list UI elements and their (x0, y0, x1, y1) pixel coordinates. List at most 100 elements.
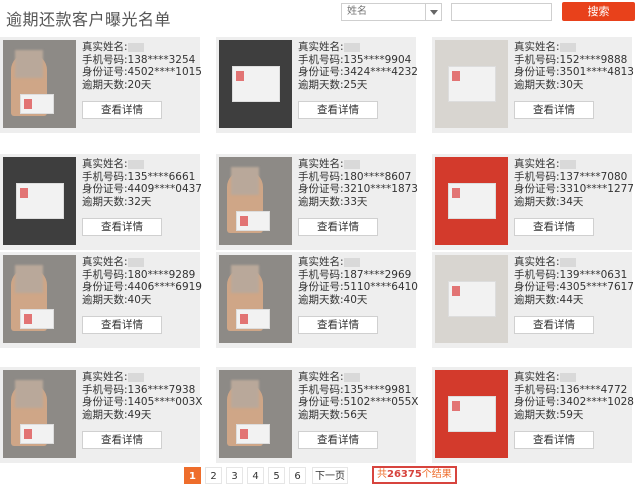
search-field-select[interactable]: 姓名 (341, 3, 442, 21)
id-photo (435, 157, 508, 245)
phone-value: 180****9289 (127, 268, 196, 281)
days-label: 逾期天数: (514, 293, 560, 306)
name-label: 真实姓名: (514, 158, 560, 170)
days-value: 40天 (343, 293, 368, 306)
phone-label: 手机号码: (298, 268, 344, 281)
name-mask (127, 372, 144, 382)
name-label: 真实姓名: (514, 256, 560, 268)
phone-label: 手机号码: (82, 170, 128, 183)
id-label: 身份证号: (298, 183, 344, 195)
name-mask (343, 257, 360, 267)
id-photo (219, 157, 292, 245)
id-photo (3, 255, 76, 343)
view-detail-button[interactable]: 查看详情 (82, 316, 162, 334)
id-value: 4305****7617 (559, 281, 634, 293)
phone-label: 手机号码: (514, 383, 560, 396)
name-label: 真实姓名: (82, 256, 128, 268)
page-5-button[interactable]: 5 (268, 467, 285, 484)
days-label: 逾期天数: (82, 195, 128, 208)
phone-label: 手机号码: (298, 170, 344, 183)
phone-label: 手机号码: (298, 53, 344, 66)
phone-value: 135****6661 (127, 170, 196, 183)
search-button[interactable]: 搜索 (562, 2, 635, 21)
id-value: 4406****6919 (127, 281, 202, 293)
customer-card: 真实姓名: 手机号码:135****9904 身份证号:3424****4232… (216, 37, 418, 133)
id-value: 4409****0437 (127, 183, 202, 195)
name-label: 真实姓名: (82, 371, 128, 383)
days-value: 34天 (559, 195, 584, 208)
id-photo (435, 370, 508, 458)
view-detail-button[interactable]: 查看详情 (82, 218, 162, 236)
id-value: 3424****4232 (343, 66, 418, 78)
days-value: 56天 (343, 408, 368, 421)
page-2-button[interactable]: 2 (205, 467, 222, 484)
view-detail-button[interactable]: 查看详情 (514, 101, 594, 119)
phone-label: 手机号码: (514, 268, 560, 281)
view-detail-button[interactable]: 查看详情 (514, 218, 594, 236)
total-count: 26375 (387, 469, 422, 480)
id-value: 5102****055X (343, 396, 419, 408)
days-value: 30天 (559, 78, 584, 91)
name-mask (343, 159, 360, 169)
name-mask (559, 372, 576, 382)
phone-value: 137****7080 (559, 170, 628, 183)
days-label: 逾期天数: (514, 408, 560, 421)
phone-value: 152****9888 (559, 53, 628, 66)
total-prefix: 共 (377, 469, 387, 480)
phone-value: 135****9904 (343, 53, 412, 66)
page-3-button[interactable]: 3 (226, 467, 243, 484)
phone-value: 135****9981 (343, 383, 412, 396)
id-photo (219, 40, 292, 128)
id-value: 3501****4813 (559, 66, 634, 78)
customer-card: 真实姓名: 手机号码:180****9289 身份证号:4406****6919… (0, 252, 202, 348)
customer-card: 真实姓名: 手机号码:139****0631 身份证号:4305****7617… (432, 252, 634, 348)
id-photo (3, 370, 76, 458)
search-input[interactable] (451, 3, 552, 21)
view-detail-button[interactable]: 查看详情 (82, 431, 162, 449)
view-detail-button[interactable]: 查看详情 (82, 101, 162, 119)
chevron-down-icon[interactable] (425, 4, 441, 20)
id-value: 3402****1028 (559, 396, 634, 408)
phone-value: 138****3254 (127, 53, 196, 66)
phone-value: 187****2969 (343, 268, 412, 281)
view-detail-button[interactable]: 查看详情 (298, 431, 378, 449)
days-label: 逾期天数: (298, 195, 344, 208)
name-label: 真实姓名: (82, 158, 128, 170)
view-detail-button[interactable]: 查看详情 (298, 101, 378, 119)
page-1-button[interactable]: 1 (184, 467, 201, 484)
phone-label: 手机号码: (298, 383, 344, 396)
days-label: 逾期天数: (298, 78, 344, 91)
customer-card: 真实姓名: 手机号码:136****4772 身份证号:3402****1028… (432, 367, 634, 463)
customer-card: 真实姓名: 手机号码:187****2969 身份证号:5110****6410… (216, 252, 418, 348)
page-4-button[interactable]: 4 (247, 467, 264, 484)
total-suffix: 个结果 (421, 469, 452, 480)
view-detail-button[interactable]: 查看详情 (514, 431, 594, 449)
id-value: 3310****1277 (559, 183, 634, 195)
pagination: 1 2 3 4 5 6 下一页 (184, 467, 348, 485)
name-label: 真实姓名: (298, 158, 344, 170)
days-value: 33天 (343, 195, 368, 208)
name-label: 真实姓名: (298, 371, 344, 383)
total-results: 共26375个结果 (372, 466, 457, 484)
name-mask (343, 372, 360, 382)
name-mask (559, 257, 576, 267)
days-value: 49天 (127, 408, 152, 421)
phone-value: 180****8607 (343, 170, 412, 183)
phone-label: 手机号码: (514, 170, 560, 183)
days-label: 逾期天数: (514, 78, 560, 91)
next-page-button[interactable]: 下一页 (312, 467, 348, 484)
id-label: 身份证号: (514, 281, 560, 293)
days-label: 逾期天数: (82, 78, 128, 91)
view-detail-button[interactable]: 查看详情 (298, 218, 378, 236)
customer-card: 真实姓名: 手机号码:152****9888 身份证号:3501****4813… (432, 37, 634, 133)
name-mask (343, 42, 360, 52)
phone-label: 手机号码: (82, 268, 128, 281)
select-value: 姓名 (347, 6, 367, 17)
view-detail-button[interactable]: 查看详情 (298, 316, 378, 334)
customer-card: 真实姓名: 手机号码:135****6661 身份证号:4409****0437… (0, 154, 202, 250)
customer-card: 真实姓名: 手机号码:138****3254 身份证号:4502****1015… (0, 37, 202, 133)
id-value: 5110****6410 (343, 281, 418, 293)
page-6-button[interactable]: 6 (289, 467, 306, 484)
customer-card: 真实姓名: 手机号码:180****8607 身份证号:3210****1873… (216, 154, 418, 250)
view-detail-button[interactable]: 查看详情 (514, 316, 594, 334)
